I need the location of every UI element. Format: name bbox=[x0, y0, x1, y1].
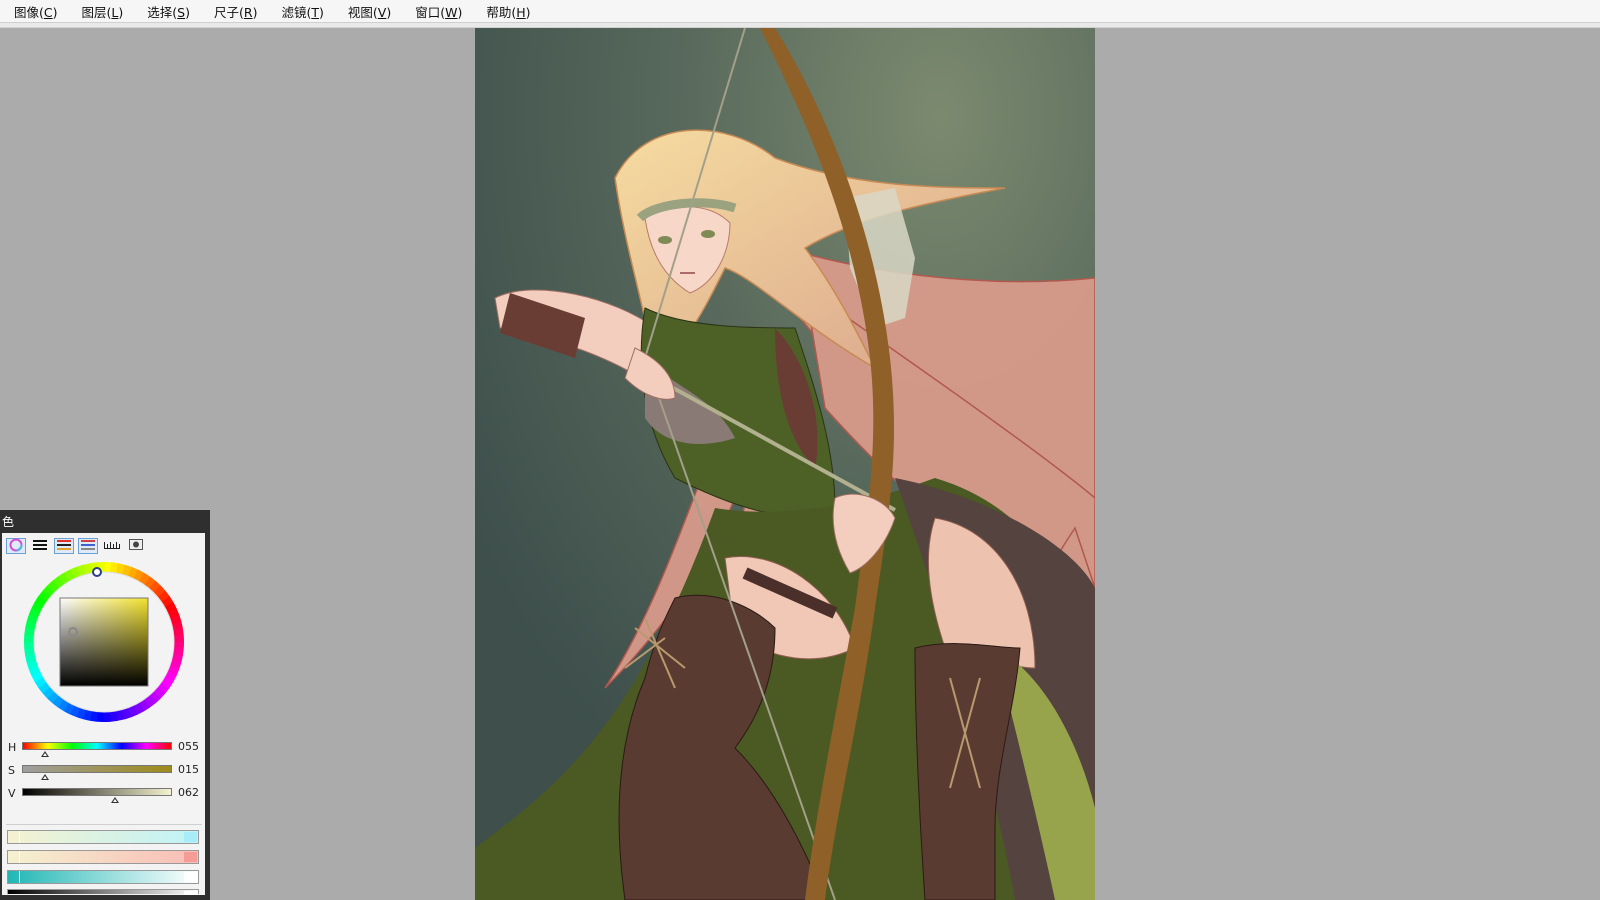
gradient-end-swatch-1[interactable] bbox=[184, 832, 197, 842]
hsv-sliders-mode-button[interactable] bbox=[54, 538, 74, 554]
scratchpad-icon bbox=[129, 539, 143, 553]
scratchpad-mode-button[interactable] bbox=[126, 538, 146, 554]
value-slider-thumb[interactable] bbox=[111, 797, 119, 803]
artwork-elf-archer bbox=[475, 28, 1095, 900]
saturation-slider-thumb[interactable] bbox=[40, 774, 49, 780]
saturation-slider-label: S bbox=[8, 764, 15, 777]
panel-divider bbox=[6, 824, 202, 825]
saturation-slider[interactable]: S 015 bbox=[6, 762, 202, 782]
swatches-mode-button[interactable] bbox=[102, 538, 122, 554]
color-wheel-icon bbox=[9, 538, 23, 555]
menu-layer[interactable]: 图层(L) bbox=[81, 2, 125, 21]
color-panel: 色 H 055 S 015 V 062 bbox=[0, 510, 210, 900]
menu-filter[interactable]: 滤镜(T) bbox=[280, 2, 324, 21]
palette-icon bbox=[81, 539, 95, 554]
color-panel-body: H 055 S 015 V 062 bbox=[2, 533, 205, 895]
rgb-sliders-icon bbox=[33, 539, 47, 554]
color-mode-buttons bbox=[6, 538, 150, 554]
menu-image[interactable]: 图像(C) bbox=[13, 2, 59, 21]
saturation-value: 015 bbox=[178, 763, 199, 776]
hue-slider-thumb[interactable] bbox=[40, 751, 49, 757]
drawing-canvas[interactable] bbox=[475, 28, 1095, 900]
saturation-value-square[interactable] bbox=[59, 597, 149, 687]
menu-ruler[interactable]: 尺子(R) bbox=[213, 2, 258, 21]
menu-window[interactable]: 窗口(W) bbox=[414, 2, 463, 21]
value-value: 062 bbox=[178, 786, 199, 799]
hue-value: 055 bbox=[178, 740, 199, 753]
gradient-end-swatch-3[interactable] bbox=[184, 872, 197, 882]
color-wheel-mode-button[interactable] bbox=[6, 538, 26, 554]
color-panel-title: 色 bbox=[2, 515, 15, 529]
gradient-slider-3[interactable] bbox=[7, 870, 199, 884]
value-slider-track[interactable] bbox=[22, 788, 172, 796]
gradient-end-swatch-2[interactable] bbox=[184, 852, 197, 862]
palette-mode-button[interactable] bbox=[78, 538, 98, 554]
hue-slider[interactable]: H 055 bbox=[6, 739, 202, 759]
value-slider-label: V bbox=[8, 787, 16, 800]
menu-view[interactable]: 视图(V) bbox=[347, 2, 392, 21]
menu-help[interactable]: 帮助(H) bbox=[485, 2, 531, 21]
hue-wheel[interactable] bbox=[22, 560, 186, 724]
saturation-slider-track[interactable] bbox=[22, 765, 172, 773]
gradient-slider-1[interactable] bbox=[7, 830, 199, 844]
gradient-slider-4[interactable] bbox=[7, 889, 199, 895]
gradient-slider-2[interactable] bbox=[7, 850, 199, 864]
value-slider[interactable]: V 062 bbox=[6, 785, 202, 805]
menu-select[interactable]: 选择(S) bbox=[146, 2, 191, 21]
menu-bar: 图像(C) 图层(L) 选择(S) 尺子(R) 滤镜(T) 视图(V) 窗口(W… bbox=[0, 0, 1600, 23]
hue-slider-track[interactable] bbox=[22, 742, 172, 750]
rgb-sliders-mode-button[interactable] bbox=[30, 538, 50, 554]
swatches-icon bbox=[104, 539, 120, 553]
hue-picker-handle[interactable] bbox=[92, 567, 102, 577]
hsv-sliders-icon bbox=[57, 539, 71, 554]
gradient-end-swatch-4[interactable] bbox=[184, 891, 197, 895]
hue-slider-label: H bbox=[8, 741, 17, 754]
